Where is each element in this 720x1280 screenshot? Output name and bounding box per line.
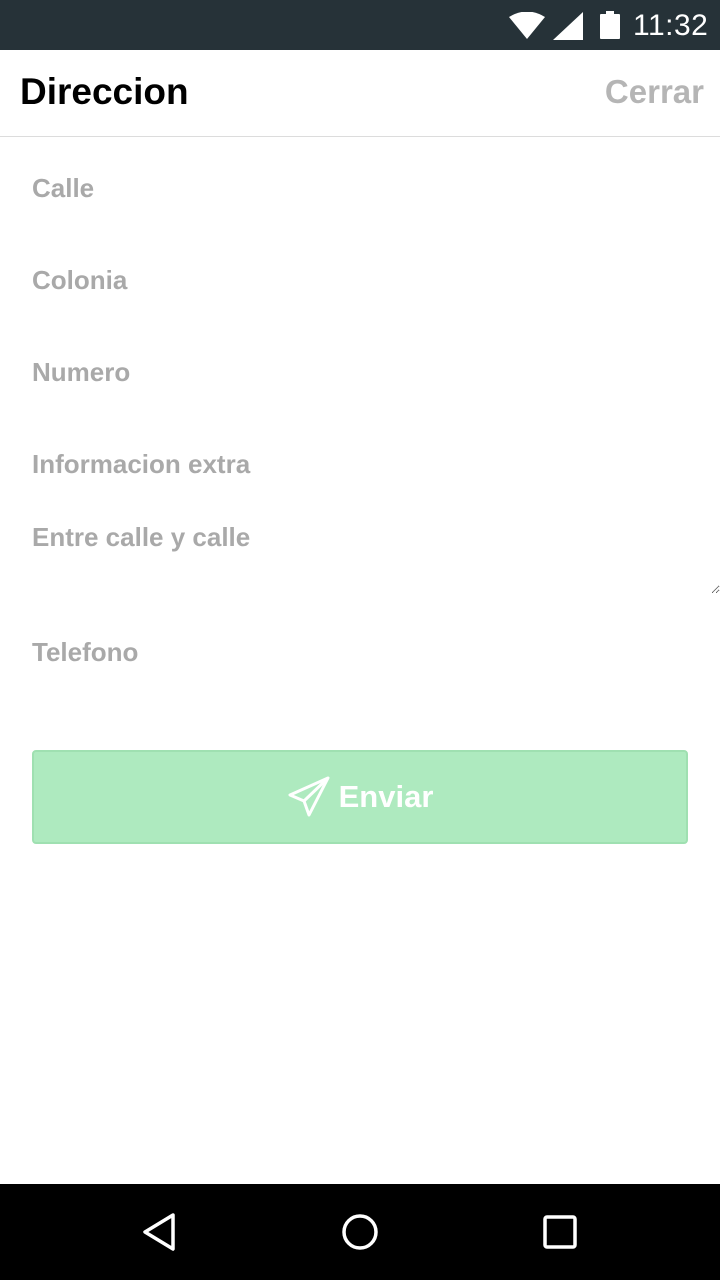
status-bar: 11:32	[0, 0, 720, 50]
recents-icon[interactable]	[540, 1212, 580, 1252]
back-icon[interactable]	[140, 1212, 180, 1252]
navigation-bar	[0, 1184, 720, 1280]
close-button[interactable]: Cerrar	[605, 72, 704, 112]
status-clock: 11:32	[633, 9, 709, 42]
numero-input[interactable]	[22, 344, 698, 400]
entre-calles-textarea[interactable]	[22, 508, 720, 594]
info-extra-input[interactable]	[22, 436, 698, 492]
page-title: Direccion	[20, 71, 189, 112]
calle-input[interactable]	[22, 160, 698, 216]
home-icon[interactable]	[340, 1212, 380, 1252]
cell-signal-icon	[553, 12, 583, 40]
colonia-input[interactable]	[22, 252, 698, 308]
submit-label: Enviar	[338, 779, 434, 814]
telefono-input[interactable]	[22, 624, 698, 680]
submit-button[interactable]: Enviar	[32, 750, 688, 844]
wifi-icon	[509, 12, 545, 39]
header-bar: Direccion Cerrar	[0, 50, 720, 137]
battery-icon	[600, 11, 620, 39]
paper-plane-icon	[288, 776, 330, 817]
